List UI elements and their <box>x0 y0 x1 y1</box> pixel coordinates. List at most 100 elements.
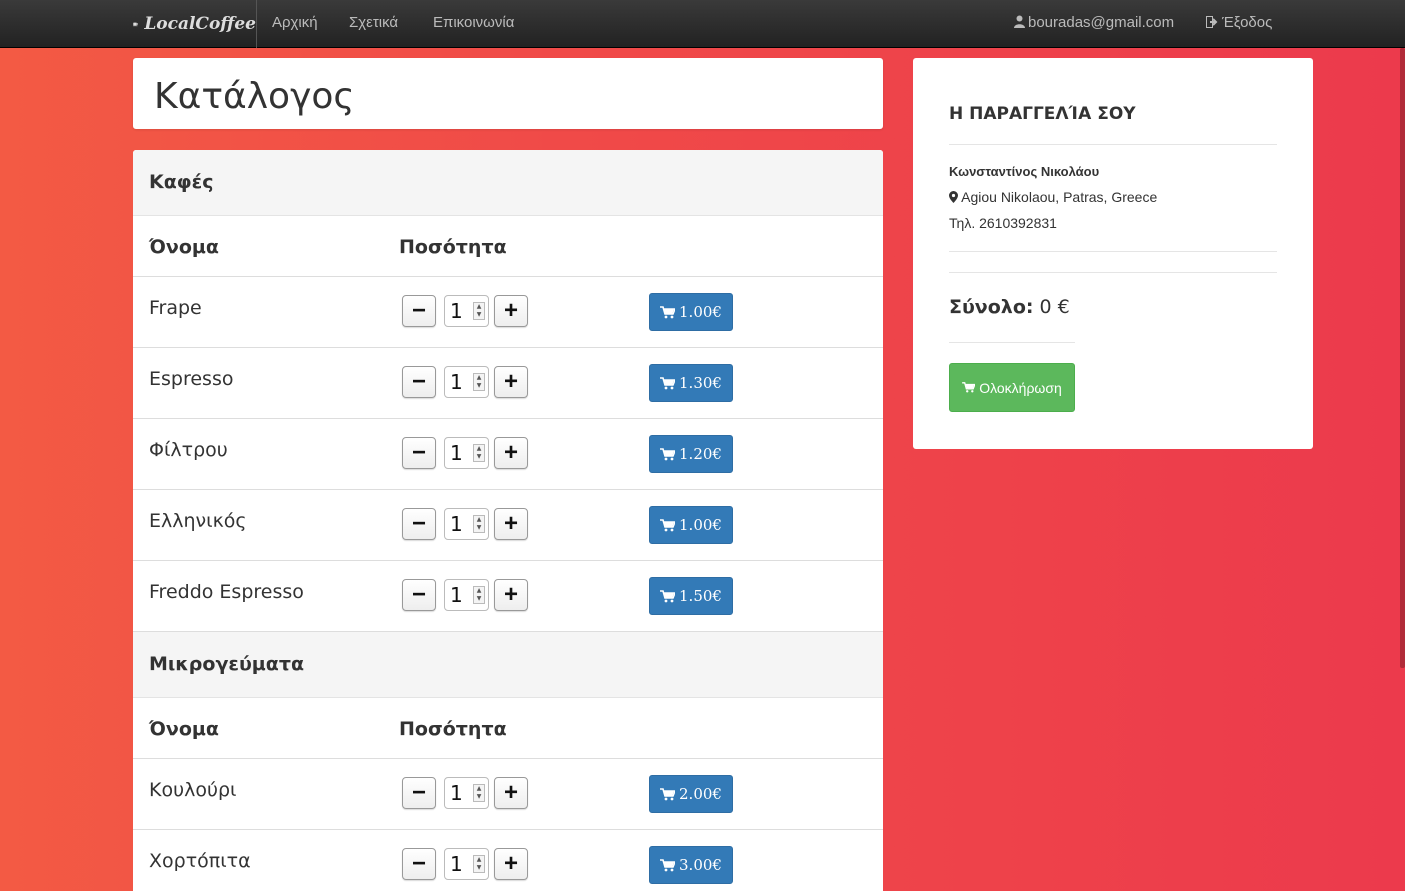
top-navbar: LocalCoffee Αρχική Σχετικά Επικοινωνία b… <box>0 0 1405 48</box>
add-to-cart-button[interactable]: 2.00€ <box>649 775 733 813</box>
product-name: Frape <box>149 297 202 319</box>
product-name: Freddo Espresso <box>149 581 304 603</box>
quantity-input[interactable]: 1 ▲ ▼ <box>444 848 489 880</box>
decrease-quantity-button[interactable]: − <box>402 848 436 880</box>
cart-icon <box>660 447 676 460</box>
product-row: Freddo Espresso −1 ▲ ▼ +1.50€ <box>133 561 883 632</box>
quantity-spinner[interactable]: ▲ ▼ <box>473 784 485 802</box>
divider <box>949 342 1075 343</box>
plus-icon: + <box>503 779 518 806</box>
category-header: Καφές <box>133 150 883 216</box>
column-name-header: Όνομα <box>149 236 219 258</box>
decrease-quantity-button[interactable]: − <box>402 579 436 611</box>
divider <box>949 272 1277 273</box>
column-name-header: Όνομα <box>149 718 219 740</box>
increase-quantity-button[interactable]: + <box>494 437 528 469</box>
quantity-value: 1 <box>450 299 463 323</box>
price-label: 3.00€ <box>679 856 722 874</box>
decrease-quantity-button[interactable]: − <box>402 777 436 809</box>
total-value: 0 € <box>1039 296 1070 318</box>
minus-icon: − <box>411 850 426 877</box>
address-text: Agiou Nikolaou, Patras, Greece <box>961 189 1158 205</box>
coffee-cup-icon <box>133 22 139 27</box>
product-row: Espresso −1 ▲ ▼ +1.30€ <box>133 348 883 419</box>
product-row: Χορτόπιτα −1 ▲ ▼ +3.00€ <box>133 830 883 891</box>
add-to-cart-button[interactable]: 1.00€ <box>649 293 733 331</box>
order-total: Σύνολο: 0 € <box>949 296 1070 318</box>
quantity-input[interactable]: 1 ▲ ▼ <box>444 437 489 469</box>
price-label: 1.00€ <box>679 516 722 534</box>
quantity-value: 1 <box>450 441 463 465</box>
price-label: 1.50€ <box>679 587 722 605</box>
nav-logout[interactable]: Έξοδος <box>1206 0 1272 48</box>
logout-label: Έξοδος <box>1222 14 1273 31</box>
plus-icon: + <box>503 368 518 395</box>
quantity-spinner[interactable]: ▲ ▼ <box>473 302 485 320</box>
page-scrollbar[interactable] <box>1400 48 1405 668</box>
add-to-cart-button[interactable]: 1.50€ <box>649 577 733 615</box>
quantity-spinner[interactable]: ▲ ▼ <box>473 855 485 873</box>
column-header-row: Όνομα Ποσότητα <box>133 216 883 277</box>
nav-contact[interactable]: Επικοινωνία <box>433 0 514 48</box>
add-to-cart-button[interactable]: 3.00€ <box>649 846 733 884</box>
divider <box>949 144 1277 145</box>
increase-quantity-button[interactable]: + <box>494 295 528 327</box>
increase-quantity-button[interactable]: + <box>494 777 528 809</box>
minus-icon: − <box>411 779 426 806</box>
increase-quantity-button[interactable]: + <box>494 848 528 880</box>
logout-icon <box>1206 16 1218 28</box>
cart-icon <box>660 376 676 389</box>
quantity-input[interactable]: 1 ▲ ▼ <box>444 295 489 327</box>
customer-phone: Τηλ. 2610392831 <box>949 215 1057 231</box>
quantity-input[interactable]: 1 ▲ ▼ <box>444 579 489 611</box>
complete-order-button[interactable]: Ολοκλήρωση <box>949 363 1075 412</box>
product-name: Φίλτρου <box>149 439 228 461</box>
increase-quantity-button[interactable]: + <box>494 366 528 398</box>
decrease-quantity-button[interactable]: − <box>402 366 436 398</box>
decrease-quantity-button[interactable]: − <box>402 508 436 540</box>
nav-home[interactable]: Αρχική <box>272 0 318 48</box>
plus-icon: + <box>503 297 518 324</box>
brand-logo[interactable]: LocalCoffee <box>133 0 257 48</box>
increase-quantity-button[interactable]: + <box>494 579 528 611</box>
quantity-spinner[interactable]: ▲ ▼ <box>473 373 485 391</box>
product-name: Χορτόπιτα <box>149 850 251 872</box>
nav-about[interactable]: Σχετικά <box>349 0 398 48</box>
quantity-input[interactable]: 1 ▲ ▼ <box>444 366 489 398</box>
decrease-quantity-button[interactable]: − <box>402 437 436 469</box>
minus-icon: − <box>411 581 426 608</box>
decrease-quantity-button[interactable]: − <box>402 295 436 327</box>
cart-icon <box>660 787 676 800</box>
price-label: 1.20€ <box>679 445 722 463</box>
map-marker-icon <box>949 191 958 203</box>
cart-icon <box>962 382 976 393</box>
add-to-cart-button[interactable]: 1.00€ <box>649 506 733 544</box>
column-quantity-header: Ποσότητα <box>399 718 507 740</box>
complete-order-label: Ολοκλήρωση <box>979 379 1062 396</box>
quantity-value: 1 <box>450 781 463 805</box>
add-to-cart-button[interactable]: 1.20€ <box>649 435 733 473</box>
quantity-spinner[interactable]: ▲ ▼ <box>473 586 485 604</box>
customer-name: Κωνσταντίνος Νικολάου <box>949 164 1100 179</box>
catalog-panel: Καφές Όνομα Ποσότητα Frape −1 ▲ ▼ +1.00€ Espress… <box>133 150 883 891</box>
column-quantity-header: Ποσότητα <box>399 236 507 258</box>
product-row: Φίλτρου −1 ▲ ▼ +1.20€ <box>133 419 883 490</box>
product-row: Ελληνικός −1 ▲ ▼ +1.00€ <box>133 490 883 561</box>
user-icon <box>1014 15 1025 28</box>
cart-icon <box>660 305 676 318</box>
increase-quantity-button[interactable]: + <box>494 508 528 540</box>
nav-user-account[interactable]: bouradas@gmail.com <box>1014 0 1174 48</box>
product-name: Ελληνικός <box>149 510 247 532</box>
add-to-cart-button[interactable]: 1.30€ <box>649 364 733 402</box>
category-header: Μικρογεύματα <box>133 632 883 698</box>
quantity-input[interactable]: 1 ▲ ▼ <box>444 508 489 540</box>
product-name: Espresso <box>149 368 234 390</box>
minus-icon: − <box>411 510 426 537</box>
brand-name: LocalCoffee <box>144 14 256 34</box>
order-panel: Η ΠΑΡΑΓΓΕΛΊΑ ΣΟΥ Κωνσταντίνος Νικολάου A… <box>913 58 1313 449</box>
product-name: Κουλούρι <box>149 779 237 801</box>
quantity-spinner[interactable]: ▲ ▼ <box>473 444 485 462</box>
quantity-spinner[interactable]: ▲ ▼ <box>473 515 485 533</box>
column-header-row: Όνομα Ποσότητα <box>133 698 883 759</box>
quantity-input[interactable]: 1 ▲ ▼ <box>444 777 489 809</box>
